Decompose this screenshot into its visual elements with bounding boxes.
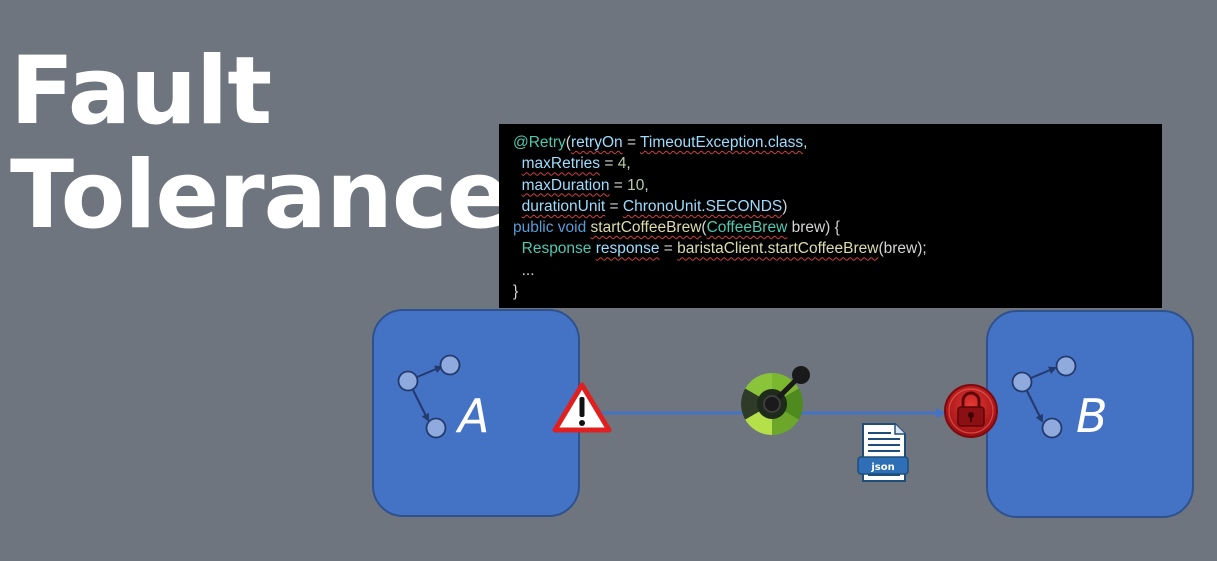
lock-icon	[944, 384, 998, 438]
service-a-label: A	[455, 389, 489, 443]
service-a-box: A	[372, 309, 580, 517]
service-b-box: B	[986, 310, 1194, 518]
circuit-breaker-icon	[741, 366, 810, 435]
json-file-icon: json	[857, 423, 909, 482]
service-b-label: B	[1076, 389, 1108, 443]
json-file-label: json	[870, 462, 894, 473]
service-diagram: A B json	[372, 309, 1194, 518]
